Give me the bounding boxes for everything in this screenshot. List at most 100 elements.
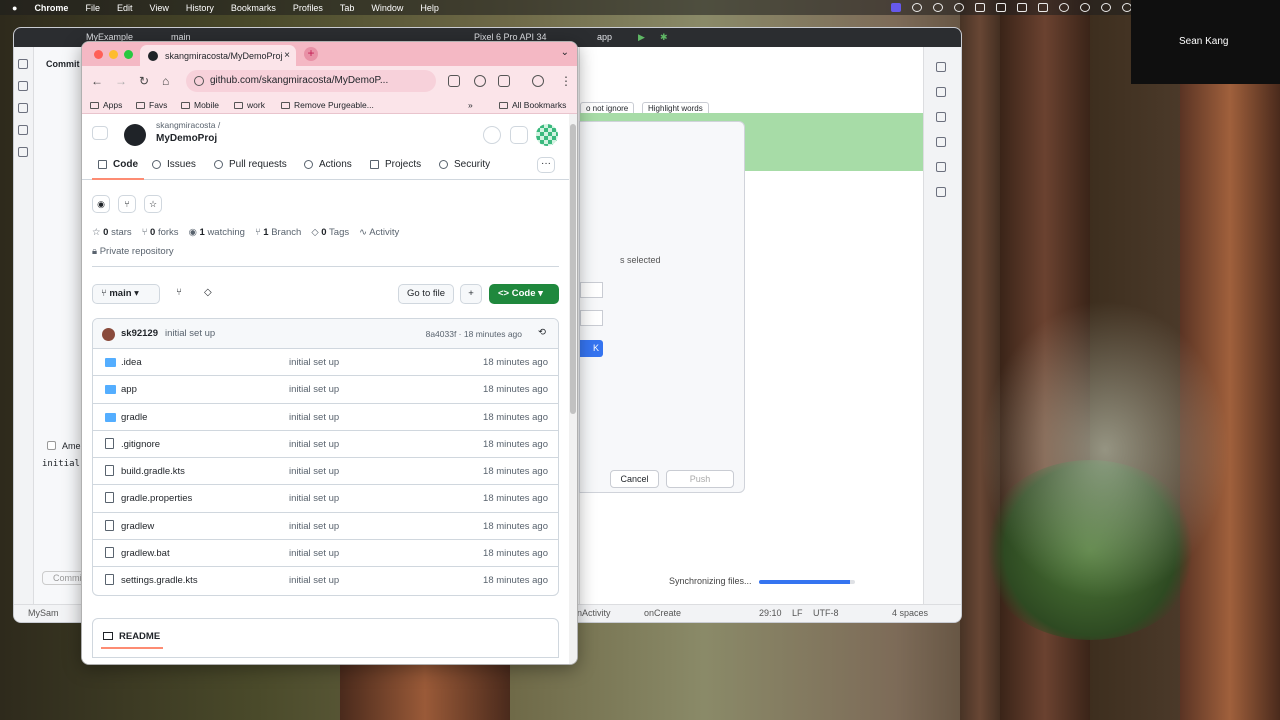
fork-icon[interactable]: ⑂ [118,195,136,213]
bookmark-remove-purgeable[interactable]: Remove Purgeable... [281,100,374,110]
all-bookmarks[interactable]: All Bookmarks [499,100,566,110]
file-commit-message[interactable]: initial set up [289,548,339,559]
profile-avatar[interactable] [532,75,544,87]
emulator-icon[interactable] [936,137,946,147]
commit-author[interactable]: sk92129 [121,328,158,339]
clock-icon[interactable] [954,3,964,12]
more-tabs-icon[interactable]: ··· [537,157,555,173]
page-scrollbar[interactable] [569,114,577,664]
cursor-position[interactable]: 29:10 [759,608,782,618]
file-name[interactable]: app [121,384,137,395]
gradle-icon[interactable] [936,87,946,97]
file-row[interactable]: .idea initial set up 18 minutes ago [93,349,558,377]
chrome-menu-icon[interactable]: ⋮ [560,74,572,88]
extensions-puzzle-icon[interactable] [498,75,510,87]
file-row[interactable]: gradlew initial set up 18 minutes ago [93,513,558,541]
display-icon[interactable] [1038,3,1048,12]
more-bookmarks-icon[interactable]: » [468,100,473,110]
structure-icon[interactable] [18,125,28,135]
file-name[interactable]: build.gradle.kts [121,466,185,477]
menu-bookmarks[interactable]: Bookmarks [231,3,276,13]
file-row[interactable]: app initial set up 18 minutes ago [93,376,558,404]
star-icon[interactable]: ☆ [144,195,162,213]
branch-link[interactable]: ⑂ 1 Branch [255,227,301,238]
file-commit-message[interactable]: initial set up [289,412,339,423]
bookmark-favs[interactable]: Favs [136,100,167,110]
file-name[interactable]: .gitignore [121,439,160,450]
password-manager-icon[interactable] [448,75,460,87]
menu-profiles[interactable]: Profiles [293,3,323,13]
search-icon[interactable] [483,126,501,144]
address-bar[interactable]: github.com/skangmiracosta/MyDemoP... [186,70,436,92]
cancel-button[interactable]: Cancel [610,470,659,488]
new-tab-button[interactable]: + [304,47,318,61]
github-logo-icon[interactable] [124,124,146,146]
site-info-icon[interactable] [194,76,204,86]
menu-icon[interactable] [92,126,108,140]
push-button[interactable]: Push [666,470,734,488]
file-row[interactable]: .gitignore initial set up 18 minutes ago [93,431,558,459]
tab-pull-requests[interactable]: Pull requests [214,159,287,170]
notifications-icon[interactable] [936,62,946,72]
file-row[interactable]: gradle.properties initial set up 18 minute… [93,485,558,513]
settings-icon[interactable] [936,187,946,197]
user-icon[interactable] [1101,3,1111,12]
status-icon[interactable] [933,3,943,12]
bluetooth-icon[interactable] [1059,3,1069,12]
device-manager-icon[interactable] [936,112,946,122]
breadcrumb-class[interactable]: nActivity [577,608,611,618]
file-row[interactable]: build.gradle.kts initial set up 18 minutes… [93,458,558,486]
file-commit-message[interactable]: initial set up [289,384,339,395]
forks-link[interactable]: ⑂ 0 forks [142,227,179,238]
close-window-button[interactable] [94,50,103,59]
add-file-button[interactable]: + [460,284,482,304]
user-avatar[interactable] [536,124,558,146]
author-avatar[interactable] [102,328,115,341]
forward-icon[interactable]: → [115,74,127,88]
line-separator[interactable]: LF [792,608,803,618]
minimize-window-button[interactable] [109,50,118,59]
vcs-icon[interactable] [18,103,28,113]
tab-issues[interactable]: Issues [152,159,196,170]
commit-message-input[interactable]: initial [42,459,80,469]
file-name[interactable]: gradlew [121,521,154,532]
file-commit-message[interactable]: initial set up [289,439,339,450]
extension-icon[interactable] [474,75,486,87]
code-dropdown-button[interactable]: <> Code ▾ [489,284,559,304]
apple-menu-icon[interactable]: ● [12,3,17,13]
keyboard-icon[interactable] [1017,3,1027,12]
home-icon[interactable]: ⌂ [162,74,169,88]
scrollbar-thumb[interactable] [570,124,576,414]
back-icon[interactable]: ← [91,74,103,88]
repo-owner-link[interactable]: skangmiracosta / [156,120,220,130]
file-commit-message[interactable]: initial set up [289,357,339,368]
menu-window[interactable]: Window [371,3,403,13]
go-to-file-button[interactable]: Go to file [398,284,455,304]
branch-selector-button[interactable]: ⑂ main ▾ [92,284,160,304]
activity-link[interactable]: ∿ Activity [359,227,399,238]
menu-view[interactable]: View [149,3,168,13]
commit-hash[interactable]: 8a4033f · 18 minutes ago [426,329,522,339]
menu-help[interactable]: Help [420,3,439,13]
file-row[interactable]: settings.gradle.kts initial set up 18 minu… [93,567,558,594]
commit-icon[interactable] [18,81,28,91]
branches-icon[interactable]: ⑂ [176,287,182,298]
reload-icon[interactable]: ↻ [139,74,149,88]
watch-icon[interactable]: ◉ [92,195,110,213]
run-icon[interactable]: ▶ [638,32,645,43]
repo-name-link[interactable]: MyDemoProj [156,133,217,144]
battery-icon[interactable] [996,3,1006,12]
file-commit-message[interactable]: initial set up [289,466,339,477]
file-name[interactable]: gradle [121,412,147,423]
ok-button[interactable]: K [580,340,603,357]
tag-icon[interactable]: ◇ [204,287,212,298]
window-icon[interactable] [975,3,985,12]
tab-actions[interactable]: Actions [304,159,352,170]
screen-share-icon[interactable] [891,3,901,12]
debug-icon[interactable]: ✱ [660,32,668,43]
bookmark-work[interactable]: work [234,100,265,110]
menu-app-chrome[interactable]: Chrome [34,3,68,13]
file-commit-message[interactable]: initial set up [289,493,339,504]
commit-message[interactable]: initial set up [165,328,215,339]
menu-file[interactable]: File [85,3,100,13]
